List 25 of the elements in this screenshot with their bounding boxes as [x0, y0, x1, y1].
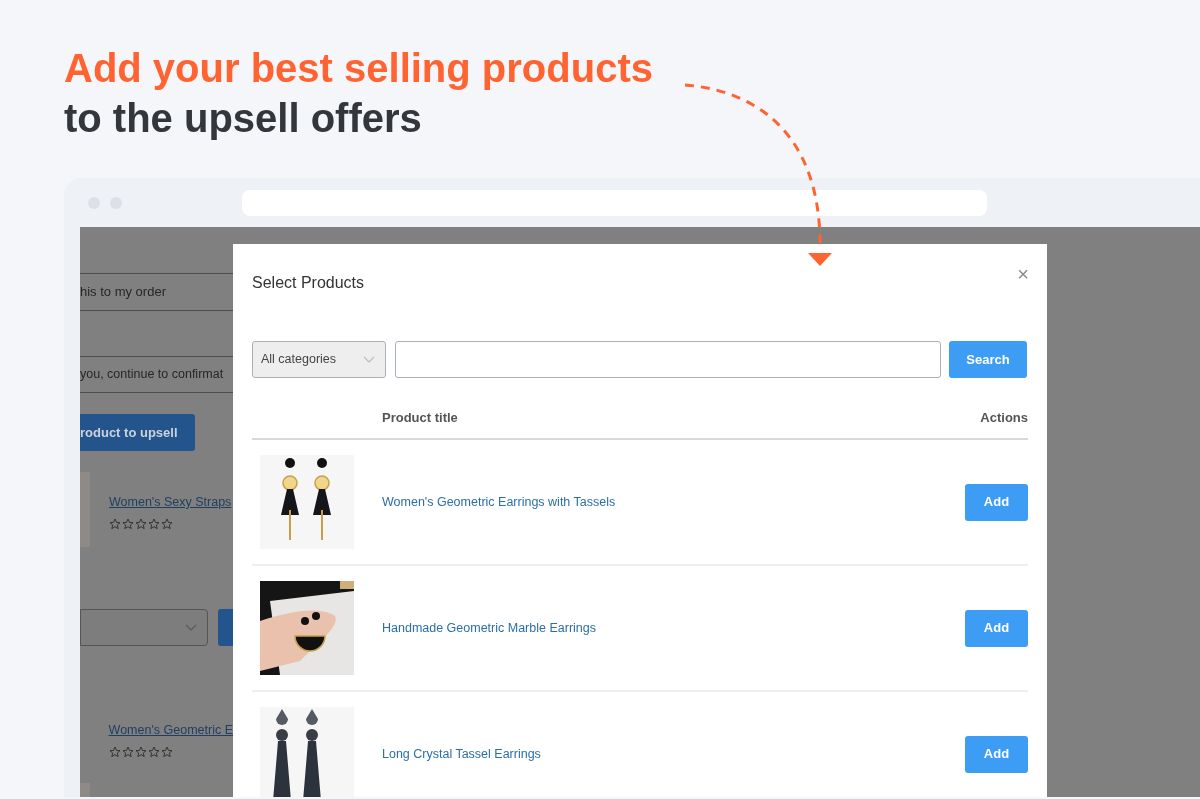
close-button[interactable]: ×	[1017, 264, 1029, 284]
modal-title: Select Products	[252, 273, 365, 293]
product-link[interactable]: Long Crystal Tassel Earrings	[382, 744, 541, 764]
add-button[interactable]: Add	[965, 483, 1028, 521]
add-product-button[interactable]: roduct to upsell	[80, 414, 195, 451]
option-text: his to my order	[80, 283, 166, 302]
product-link[interactable]: Women's Geometric Earrings with Tassels	[382, 492, 616, 512]
column-header: Product title	[382, 408, 458, 427]
button[interactable]	[218, 609, 233, 646]
column-header: Actions	[980, 408, 1028, 427]
product-link[interactable]: Women's Sexy Straps	[109, 493, 232, 512]
product-link[interactable]: Handmade Geometric Marble Earrings	[382, 618, 596, 638]
search-field[interactable]	[395, 341, 941, 378]
search-button[interactable]: Search	[949, 341, 1027, 378]
dropdown[interactable]	[80, 609, 208, 646]
address-bar[interactable]	[242, 189, 987, 216]
option-text: you, continue to confirmat	[80, 366, 224, 384]
chevron-down-icon	[185, 624, 197, 631]
product-link[interactable]: Women's Geometric E	[108, 721, 233, 740]
chevron-down-icon	[363, 356, 375, 363]
category-select[interactable]: All categories	[252, 341, 386, 378]
add-button[interactable]: Add	[965, 735, 1028, 773]
headline: Add your best selling products	[64, 45, 654, 92]
add-button[interactable]: Add	[965, 609, 1028, 647]
subheadline: to the upsell offers	[64, 95, 423, 142]
